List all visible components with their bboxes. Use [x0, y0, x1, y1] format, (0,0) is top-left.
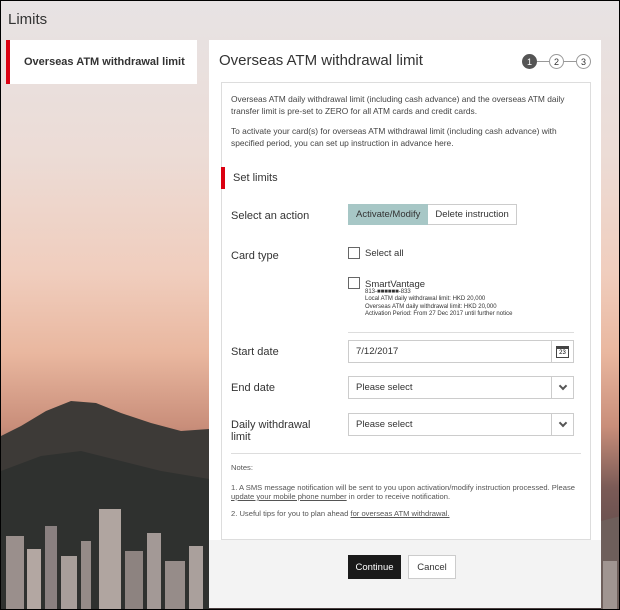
page-header: Limits [1, 1, 619, 39]
start-date-value: 7/12/2017 [356, 346, 399, 357]
section-title: Set limits [221, 167, 278, 189]
step-2: 2 [549, 54, 564, 69]
select-all-checkbox[interactable] [348, 247, 360, 259]
step-connector [537, 61, 549, 62]
step-3: 3 [576, 54, 591, 69]
step-indicator: 1 2 3 [522, 54, 591, 69]
sidebar-item-label: Overseas ATM withdrawal limit [24, 56, 185, 68]
overseas-tips-link[interactable]: for overseas ATM withdrawal. [350, 509, 449, 518]
start-date-input[interactable]: 7/12/2017 23 [348, 340, 574, 363]
end-date-label: End date [231, 382, 276, 394]
calendar-button[interactable]: 23 [551, 341, 573, 362]
daily-limit-dropdown-button[interactable] [551, 414, 573, 435]
step-1: 1 [522, 54, 537, 69]
intro-text: Overseas ATM daily withdrawal limit (inc… [231, 94, 581, 158]
intro-paragraph-1: Overseas ATM daily withdrawal limit (inc… [231, 94, 565, 116]
note-2: 2. Useful tips for you to plan ahead for… [231, 509, 581, 518]
local-limit-text: Local ATM daily withdrawal limit: HKD 20… [365, 296, 486, 303]
divider [348, 332, 574, 333]
calendar-icon: 23 [556, 345, 569, 358]
continue-button[interactable]: Continue [348, 555, 401, 579]
panel-title: Overseas ATM withdrawal limit [219, 52, 423, 69]
activate-modify-button[interactable]: Activate/Modify [348, 204, 429, 225]
sidebar-item-overseas-atm-limit[interactable]: Overseas ATM withdrawal limit [6, 40, 197, 84]
form-footer: Continue Cancel [209, 540, 601, 608]
notes-title: Notes: [231, 463, 253, 472]
step-connector [564, 61, 576, 62]
end-date-dropdown-button[interactable] [551, 377, 573, 398]
action-label: Select an action [231, 210, 310, 222]
chevron-down-icon [558, 381, 567, 391]
note-1-text: 1. A SMS message notification will be se… [231, 483, 576, 492]
end-date-value: Please select [356, 382, 413, 393]
note-1: 1. A SMS message notification will be se… [231, 483, 581, 501]
smartvantage-checkbox[interactable] [348, 277, 360, 289]
form-card: Overseas ATM daily withdrawal limit (inc… [221, 82, 591, 540]
note-2-text: 2. Useful tips for you to plan ahead [231, 509, 351, 518]
card-type-label: Card type [231, 250, 279, 262]
delete-instruction-button[interactable]: Delete instruction [428, 204, 517, 225]
start-date-label: Start date [231, 346, 279, 358]
note-1-tail: in order to receive notification. [346, 492, 451, 501]
daily-limit-select[interactable]: Please select [348, 413, 574, 436]
card-details: 813-■■■■■■-833 Local ATM daily withdrawa… [365, 289, 512, 319]
card-number: 813-■■■■■■-833 [365, 289, 411, 295]
daily-limit-label: Daily withdrawal limit [231, 419, 311, 443]
overseas-limit-text: Overseas ATM daily withdrawal limit: HKD… [365, 303, 497, 310]
cancel-button[interactable]: Cancel [408, 555, 456, 579]
notes: Notes: 1. A SMS message notification wil… [231, 463, 581, 526]
action-segmented-control: Activate/Modify Delete instruction [348, 204, 517, 225]
daily-limit-value: Please select [356, 419, 413, 430]
select-all-label: Select all [365, 248, 404, 259]
calendar-day: 23 [557, 348, 568, 357]
intro-paragraph-2: To activate your card(s) for overseas AT… [231, 126, 557, 148]
update-phone-link[interactable]: update your mobile phone number [231, 492, 347, 501]
activation-period-text: Activation Period: From 27 Dec 2017 unti… [365, 311, 513, 318]
chevron-down-icon [558, 418, 567, 428]
app-window: Limits Overseas ATM withdrawal limit Ove… [0, 0, 620, 610]
divider [231, 453, 581, 454]
page-title: Limits [8, 11, 48, 28]
main-panel: Overseas ATM withdrawal limit 1 2 3 Over… [209, 40, 601, 608]
end-date-select[interactable]: Please select [348, 376, 574, 399]
